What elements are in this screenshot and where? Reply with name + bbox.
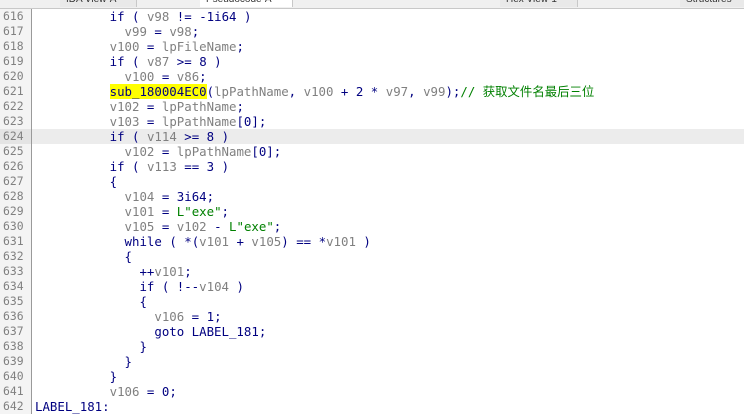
code-text[interactable]: v103 = lpPathName[0]; xyxy=(35,114,267,129)
code-line[interactable]: 630 v105 = v102 - L"exe"; xyxy=(0,219,744,234)
code-text[interactable]: LABEL_181: xyxy=(35,399,110,414)
code-line[interactable]: 627 { xyxy=(0,174,744,189)
code-text[interactable]: v104 = 3i64; xyxy=(35,189,215,204)
code-line[interactable]: 621 sub_180004EC0(lpPathName, v100 + 2 *… xyxy=(0,84,744,99)
code-line[interactable]: 626 if ( v113 == 3 ) xyxy=(0,159,744,174)
tab-2[interactable]: Hex View-1 xyxy=(500,0,578,7)
line-number: 639 xyxy=(0,354,32,369)
code-line[interactable]: 640 } xyxy=(0,369,744,384)
code-text[interactable]: v106 = 0; xyxy=(35,384,177,399)
code-text[interactable]: v106 = 1; xyxy=(35,309,221,324)
line-number: 628 xyxy=(0,189,32,204)
line-number: 631 xyxy=(0,234,32,249)
code-line[interactable]: 633 ++v101; xyxy=(0,264,744,279)
code-line[interactable]: 624 if ( v114 >= 8 ) xyxy=(0,129,744,144)
line-number: 616 xyxy=(0,9,32,24)
code-line[interactable]: 637 goto LABEL_181; xyxy=(0,324,744,339)
code-line[interactable]: 636 v106 = 1; xyxy=(0,309,744,324)
code-line[interactable]: 638 } xyxy=(0,339,744,354)
tab-0[interactable]: IDA View-A xyxy=(60,0,138,7)
code-text[interactable]: ++v101; xyxy=(35,264,191,279)
line-number: 626 xyxy=(0,159,32,174)
code-text[interactable]: if ( v113 == 3 ) xyxy=(35,159,229,174)
code-text[interactable]: if ( v98 != -1i64 ) xyxy=(35,9,252,24)
line-number: 617 xyxy=(0,24,32,39)
tab-label: IDA View-A xyxy=(66,0,116,5)
line-number: 620 xyxy=(0,69,32,84)
code-line[interactable]: 623 v103 = lpPathName[0]; xyxy=(0,114,744,129)
code-text[interactable]: v99 = v98; xyxy=(35,24,200,39)
tab-strip: IDA View-A Pseudocode-A Hex View-1 Structur… xyxy=(0,0,744,9)
code-line[interactable]: 641 v106 = 0; xyxy=(0,384,744,399)
code-text[interactable]: { xyxy=(35,174,117,189)
line-number: 629 xyxy=(0,204,32,219)
code-text[interactable]: sub_180004EC0(lpPathName, v100 + 2 * v97… xyxy=(35,84,594,99)
code-line[interactable]: 622 v102 = lpPathName; xyxy=(0,99,744,114)
line-number: 638 xyxy=(0,339,32,354)
line-number: 623 xyxy=(0,114,32,129)
line-number: 637 xyxy=(0,324,32,339)
line-number: 635 xyxy=(0,294,32,309)
line-number: 624 xyxy=(0,129,32,144)
line-number: 642 xyxy=(0,399,32,414)
code-line[interactable]: 619 if ( v87 >= 8 ) xyxy=(0,54,744,69)
code-text[interactable]: if ( v114 >= 8 ) xyxy=(35,129,229,144)
line-number: 627 xyxy=(0,174,32,189)
tab-label: Pseudocode-A xyxy=(206,0,272,5)
code-text[interactable]: } xyxy=(35,369,117,384)
tab-label: Structures xyxy=(686,0,732,5)
line-number: 633 xyxy=(0,264,32,279)
pseudocode-editor[interactable]: 616 if ( v98 != -1i64 ) 617 v99 = v98; 618… xyxy=(0,9,744,414)
line-number: 636 xyxy=(0,309,32,324)
code-text[interactable]: v102 = lpPathName; xyxy=(35,99,244,114)
code-line[interactable]: 635 { xyxy=(0,294,744,309)
code-text[interactable]: v100 = v86; xyxy=(35,69,207,84)
code-text[interactable]: { xyxy=(35,249,132,264)
tab-label: Hex View-1 xyxy=(506,0,557,5)
code-text[interactable]: { xyxy=(35,294,146,309)
close-icon[interactable] xyxy=(278,0,286,2)
code-line[interactable]: 629 v101 = L"exe"; xyxy=(0,204,744,219)
line-number: 619 xyxy=(0,54,32,69)
line-number: 618 xyxy=(0,39,32,54)
code-text[interactable]: v100 = lpFileName; xyxy=(35,39,244,54)
code-text[interactable]: if ( !--v104 ) xyxy=(35,279,244,294)
code-line[interactable]: 632 { xyxy=(0,249,744,264)
close-icon[interactable] xyxy=(738,0,744,2)
close-icon[interactable] xyxy=(563,0,571,2)
line-number: 621 xyxy=(0,84,32,99)
code-line[interactable]: 631 while ( *(v101 + v105) == *v101 ) xyxy=(0,234,744,249)
code-text[interactable]: goto LABEL_181; xyxy=(35,324,266,339)
code-line[interactable]: 639 } xyxy=(0,354,744,369)
code-line[interactable]: 617 v99 = v98; xyxy=(0,24,744,39)
line-number: 622 xyxy=(0,99,32,114)
code-line[interactable]: 642 LABEL_181: xyxy=(0,399,744,414)
close-icon[interactable] xyxy=(122,0,130,2)
code-text[interactable]: v105 = v102 - L"exe"; xyxy=(35,219,282,234)
code-line[interactable]: 634 if ( !--v104 ) xyxy=(0,279,744,294)
code-line[interactable]: 628 v104 = 3i64; xyxy=(0,189,744,204)
code-line[interactable]: 625 v102 = lpPathName[0]; xyxy=(0,144,744,159)
tab-3[interactable]: Structures xyxy=(680,0,744,7)
tab-1[interactable]: Pseudocode-A xyxy=(200,0,293,7)
line-number: 630 xyxy=(0,219,32,234)
code-text[interactable]: v101 = L"exe"; xyxy=(35,204,229,219)
code-line[interactable]: 618 v100 = lpFileName; xyxy=(0,39,744,54)
code-line[interactable]: 620 v100 = v86; xyxy=(0,69,744,84)
code-text[interactable]: if ( v87 >= 8 ) xyxy=(35,54,222,69)
code-text[interactable]: } xyxy=(35,354,132,369)
code-line[interactable]: 616 if ( v98 != -1i64 ) xyxy=(0,9,744,24)
line-number: 641 xyxy=(0,384,32,399)
line-number: 632 xyxy=(0,249,32,264)
line-number: 625 xyxy=(0,144,32,159)
line-number: 640 xyxy=(0,369,32,384)
code-text[interactable]: while ( *(v101 + v105) == *v101 ) xyxy=(35,234,371,249)
code-text[interactable]: v102 = lpPathName[0]; xyxy=(35,144,282,159)
code-text[interactable]: } xyxy=(35,339,146,354)
line-number: 634 xyxy=(0,279,32,294)
